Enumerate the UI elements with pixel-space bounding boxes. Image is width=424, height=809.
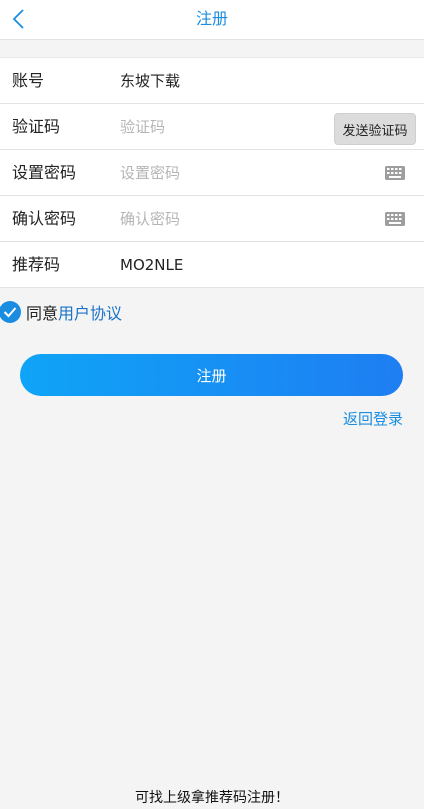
user-agreement-link[interactable]: 用户协议	[58, 300, 122, 324]
account-label: 账号	[12, 71, 45, 90]
back-to-login-link[interactable]: 返回登录	[343, 408, 403, 428]
agreement-row: 同意 用户协议	[0, 298, 300, 326]
page-title: 注册	[195, 9, 228, 28]
register-form: 账号 验证码 发送验证码 设置密码 确认密码 推荐码	[0, 57, 424, 288]
header-bar: 注册	[0, 0, 424, 40]
footer-note: 可找上级拿推荐码注册！	[135, 790, 289, 806]
confirm-input[interactable]	[120, 206, 320, 231]
keyboard-icon[interactable]	[385, 166, 405, 180]
code-input[interactable]	[120, 114, 320, 139]
code-label: 验证码	[12, 117, 61, 136]
password-input[interactable]	[120, 160, 320, 185]
checkbox-checked-icon[interactable]	[0, 301, 21, 323]
referral-row: 推荐码	[0, 242, 424, 288]
account-row: 账号	[0, 58, 424, 104]
confirm-row: 确认密码	[0, 196, 424, 242]
account-input[interactable]	[120, 68, 320, 93]
password-label: 设置密码	[12, 163, 77, 182]
referral-input[interactable]	[120, 252, 320, 277]
register-button[interactable]: 注册	[20, 354, 403, 396]
keyboard-icon[interactable]	[385, 212, 405, 226]
password-row: 设置密码	[0, 150, 424, 196]
agreement-prefix: 同意	[26, 304, 59, 323]
referral-label: 推荐码	[12, 255, 61, 274]
code-row: 验证码 发送验证码	[0, 104, 424, 150]
send-code-button[interactable]: 发送验证码	[334, 113, 416, 145]
confirm-label: 确认密码	[12, 209, 77, 228]
